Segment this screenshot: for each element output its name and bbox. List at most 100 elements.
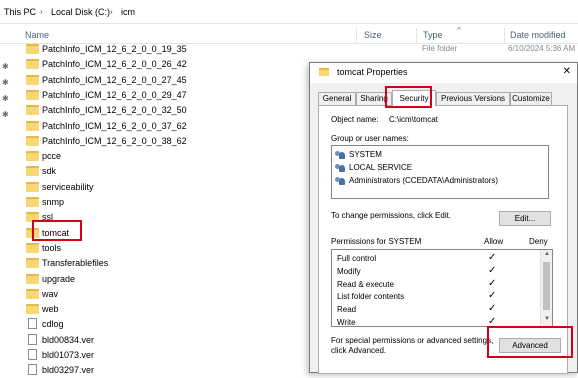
permission-row: Modify ✓ xyxy=(332,265,538,278)
special-permissions-text-2: click Advanced. xyxy=(331,346,387,355)
permissions-list[interactable]: Full control ✓ Modify ✓ Read & execute ✓ List … xyxy=(331,249,553,327)
folder-row[interactable]: PatchInfo_ICM_12_6_2_0_0_37_62 xyxy=(20,119,320,134)
users-icon xyxy=(335,177,346,185)
permission-name: Modify xyxy=(337,266,361,276)
file-name: wav xyxy=(42,288,59,299)
folder-row[interactable]: PatchInfo_ICM_12_6_2_0_0_38_62 xyxy=(20,134,320,149)
deny-header: Deny xyxy=(529,237,548,246)
file-name: upgrade xyxy=(42,273,76,284)
folder-icon xyxy=(26,166,39,177)
file-name: Transferablefiles xyxy=(42,258,109,269)
user-name: Administrators (CCEDATA\Administrators) xyxy=(349,176,499,185)
file-row[interactable]: bld01073.ver xyxy=(20,348,320,363)
folder-row[interactable]: PatchInfo_ICM_12_6_2_0_0_19_35 xyxy=(20,42,320,57)
file-row[interactable]: bld03297.ver xyxy=(20,363,320,378)
file-row[interactable]: bld00834.ver xyxy=(20,333,320,348)
column-divider[interactable] xyxy=(356,28,357,44)
folder-row[interactable]: PatchInfo_ICM_12_6_2_0_0_26_42 xyxy=(20,57,320,72)
breadcrumb-this-pc[interactable]: This PC xyxy=(4,7,36,17)
folder-row[interactable]: web xyxy=(20,302,320,317)
column-type[interactable]: Type xyxy=(423,30,443,40)
file-name: cdlog xyxy=(42,319,64,330)
user-list[interactable]: SYSTEM LOCAL SERVICE Administrators (CCE… xyxy=(331,145,549,199)
allow-check-icon: ✓ xyxy=(488,290,497,302)
permission-row: Read ✓ xyxy=(332,303,538,316)
pin-icon: ✱ xyxy=(2,62,9,71)
folder-icon xyxy=(26,197,39,207)
folder-row[interactable]: pcce xyxy=(20,149,320,164)
pin-icon: ✱ xyxy=(2,110,9,119)
column-divider[interactable] xyxy=(504,28,505,44)
folder-icon xyxy=(26,258,39,269)
file-name: serviceability xyxy=(42,181,94,192)
folder-icon xyxy=(319,68,329,76)
permission-name: Read & execute xyxy=(337,279,394,289)
file-name: PatchInfo_ICM_12_6_2_0_0_19_35 xyxy=(42,44,187,54)
row-date-modified: 6/10/2024 5:36 AM xyxy=(508,44,576,53)
sort-caret-icon: ^ xyxy=(457,26,461,35)
folder-row[interactable]: upgrade xyxy=(20,272,320,287)
user-item-local-service[interactable]: LOCAL SERVICE xyxy=(335,163,545,174)
folder-row[interactable]: tools xyxy=(20,241,320,256)
highlight-tomcat xyxy=(32,220,82,241)
object-name-label: Object name: xyxy=(331,115,379,124)
tab-previous-versions[interactable]: Previous Versions xyxy=(436,92,510,105)
permission-name: Full control xyxy=(337,254,377,263)
folder-row[interactable]: Transferablefiles xyxy=(20,256,320,271)
permission-row: Full control ✓ xyxy=(332,252,538,265)
column-divider[interactable] xyxy=(416,28,417,44)
scroll-down-icon[interactable]: ▼ xyxy=(544,316,550,322)
file-icon xyxy=(28,333,37,345)
folder-row[interactable]: PatchInfo_ICM_12_6_2_0_0_27_45 xyxy=(20,73,320,88)
file-name: snmp xyxy=(42,197,65,207)
folder-icon xyxy=(26,151,39,162)
scrollbar[interactable]: ▲ ▼ xyxy=(540,250,552,326)
column-name[interactable]: Name xyxy=(25,30,49,40)
file-row[interactable]: cdlog xyxy=(20,317,320,332)
allow-check-icon: ✓ xyxy=(488,252,497,263)
file-name: bld01073.ver xyxy=(42,350,95,360)
file-name: PatchInfo_ICM_12_6_2_0_0_29_47 xyxy=(42,89,187,100)
file-name: bld00834.ver xyxy=(42,334,95,345)
tab-customize[interactable]: Customize xyxy=(510,92,552,105)
group-label: Group or user names: xyxy=(331,134,409,143)
edit-button[interactable]: Edit... xyxy=(499,211,551,226)
dialog-title-bar[interactable]: tomcat Properties ✕ xyxy=(310,63,577,83)
column-size[interactable]: Size xyxy=(364,30,382,40)
folder-icon xyxy=(26,181,39,192)
folder-row[interactable]: sdk xyxy=(20,164,320,179)
pin-icon: ✱ xyxy=(2,94,9,103)
permission-name: Write xyxy=(337,318,356,327)
allow-header: Allow xyxy=(484,237,504,246)
close-icon[interactable]: ✕ xyxy=(563,66,571,77)
folder-row[interactable]: PatchInfo_ICM_12_6_2_0_0_29_47 xyxy=(20,88,320,103)
folder-row[interactable]: wav xyxy=(20,287,320,302)
highlight-security-tab xyxy=(385,86,432,108)
user-name: SYSTEM xyxy=(349,150,382,159)
user-item-system[interactable]: SYSTEM xyxy=(335,150,545,161)
folder-row[interactable]: snmp xyxy=(20,195,320,210)
navigation-pane[interactable]: ✱ ✱ ✱ ✱ xyxy=(0,44,20,373)
address-bar[interactable]: This PC › Local Disk (C:) › icm xyxy=(0,0,578,24)
breadcrumb-local-disk[interactable]: Local Disk (C:) xyxy=(51,7,110,17)
folder-icon xyxy=(26,44,39,54)
breadcrumb-icm[interactable]: icm xyxy=(121,7,135,17)
folder-row[interactable]: serviceability xyxy=(20,180,320,195)
folder-icon xyxy=(26,273,39,284)
file-name: PatchInfo_ICM_12_6_2_0_0_32_50 xyxy=(42,105,187,116)
pin-icon: ✱ xyxy=(2,78,9,87)
folder-icon xyxy=(26,304,39,315)
allow-check-icon: ✓ xyxy=(488,277,497,289)
scroll-up-icon[interactable]: ▲ xyxy=(544,251,550,257)
user-item-administrators[interactable]: Administrators (CCEDATA\Administrators) xyxy=(335,176,545,187)
row-type: File folder xyxy=(422,44,458,53)
scrollbar-thumb[interactable] xyxy=(543,262,550,310)
highlight-advanced-button xyxy=(487,326,573,358)
tab-general[interactable]: General xyxy=(318,92,356,105)
column-date-modified[interactable]: Date modified xyxy=(510,30,566,40)
file-name: PatchInfo_ICM_12_6_2_0_0_38_62 xyxy=(42,135,187,146)
folder-icon xyxy=(26,105,39,116)
folder-row[interactable]: PatchInfo_ICM_12_6_2_0_0_32_50 xyxy=(20,103,320,118)
file-name: web xyxy=(42,304,59,315)
breadcrumb-separator-icon: › xyxy=(110,7,113,16)
